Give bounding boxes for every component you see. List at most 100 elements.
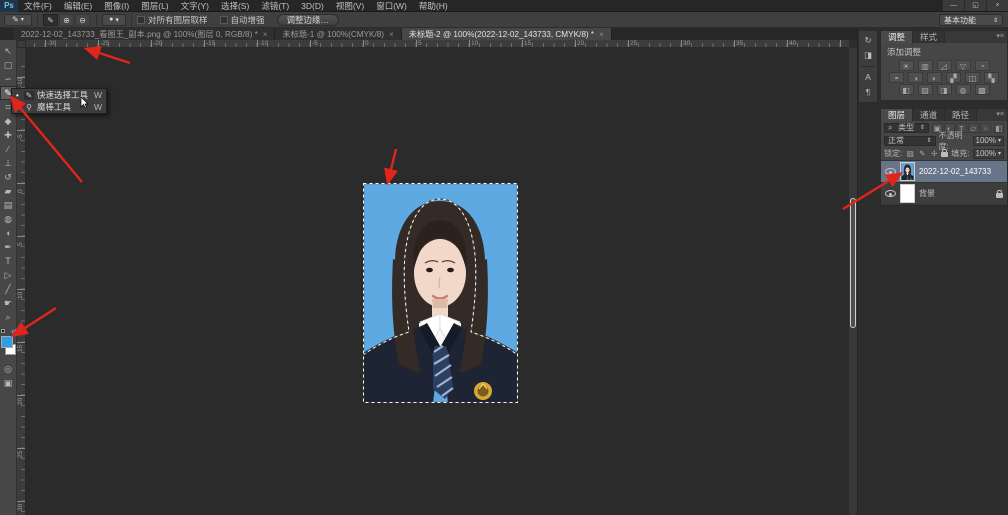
opacity-dropdown[interactable]: 100% ▾ — [973, 136, 1004, 146]
pen-tool[interactable]: ✒ — [0, 240, 17, 254]
move-tool[interactable]: ↖ — [0, 44, 17, 58]
brush-size-picker[interactable]: ● ▾ — [102, 14, 126, 26]
menu-item[interactable]: 文字(Y) — [175, 0, 215, 12]
window-minimize-button[interactable]: — — [942, 0, 964, 11]
panel-tab-图层[interactable]: 图层 — [881, 109, 913, 121]
screen-mode-button[interactable]: ▣ — [0, 376, 17, 390]
curves-icon[interactable]: ◿ — [937, 60, 952, 71]
visibility-eye-icon[interactable] — [885, 190, 896, 197]
flyout-item[interactable]: ⚲魔棒工具W — [12, 101, 106, 113]
add-to-selection-button[interactable]: ⊕ — [59, 14, 74, 26]
menu-item[interactable]: 图层(L) — [135, 0, 174, 12]
menu-item[interactable]: 滤镜(T) — [255, 0, 295, 12]
eyedropper-tool[interactable]: ◆ — [0, 114, 17, 128]
brush-tool[interactable]: ∕ — [0, 142, 17, 156]
document-tab[interactable]: 未标题-2 @ 100%(2022-12-02_143733, CMYK/8) … — [402, 28, 612, 40]
checkbox-自动增强[interactable]: 自动增强 — [220, 14, 265, 26]
checkbox-box[interactable] — [220, 16, 228, 24]
smart-object-filter-icon[interactable]: ▫ — [980, 123, 991, 133]
selective-color-icon[interactable]: ▩ — [975, 84, 990, 95]
workspace-switcher[interactable]: 基本功能 ⇕ — [939, 14, 1003, 26]
levels-icon[interactable]: ▥ — [918, 60, 933, 71]
properties-panel-icon[interactable]: ◨ — [859, 48, 877, 63]
layer-row[interactable]: 背景 — [881, 183, 1007, 205]
swap-colors-icon[interactable]: ⇄ — [11, 328, 16, 335]
gradient-tool[interactable]: ▤ — [0, 198, 17, 212]
blend-mode-dropdown[interactable]: 正常 ⇕ — [884, 136, 936, 146]
quick-mask-button[interactable]: ◎ — [0, 362, 17, 376]
default-colors-icon[interactable] — [1, 329, 5, 333]
panel-menu-icon[interactable]: ▾≡ — [996, 31, 1007, 43]
path-selection-tool[interactable]: ▷ — [0, 268, 17, 282]
visibility-eye-icon[interactable] — [885, 168, 896, 175]
checkbox-box[interactable] — [137, 16, 145, 24]
invert-icon[interactable]: ◧ — [899, 84, 914, 95]
lock-pixels-icon[interactable]: ✎ — [917, 149, 927, 159]
layer-filter-dropdown[interactable]: ⌕ 类型 ⇕ — [884, 123, 929, 133]
new-selection-button[interactable]: ✎ — [43, 14, 58, 26]
foreground-color-swatch[interactable] — [1, 336, 13, 348]
menu-item[interactable]: 3D(D) — [295, 0, 330, 12]
tool-preset-picker[interactable]: ✎ ▾ — [4, 14, 32, 26]
rectangular-marquee-tool[interactable]: ▢ — [0, 58, 17, 72]
history-brush-tool[interactable]: ↺ — [0, 170, 17, 184]
menu-item[interactable]: 编辑(E) — [58, 0, 98, 12]
paragraph-panel-icon[interactable]: ¶ — [859, 85, 877, 100]
layer-row[interactable]: 2022-12-02_143733 — [881, 161, 1007, 183]
filter-toggle-icon[interactable]: ◧ — [994, 123, 1004, 133]
brightness-contrast-icon[interactable]: ☀ — [899, 60, 914, 71]
spot-healing-brush-tool[interactable]: ✚ — [0, 128, 17, 142]
threshold-icon[interactable]: ◨ — [937, 84, 952, 95]
menu-item[interactable]: 文件(F) — [18, 0, 58, 12]
tab-close-icon[interactable]: × — [389, 30, 394, 39]
menu-item[interactable]: 选择(S) — [215, 0, 255, 12]
panel-tab-路径[interactable]: 路径 — [945, 109, 977, 121]
layer-thumbnail-photo[interactable] — [900, 162, 915, 181]
refine-edge-button[interactable]: 调整边缘… — [277, 14, 340, 26]
scrollbar-thumb[interactable] — [850, 198, 856, 328]
flyout-item[interactable]: •✎快速选择工具W — [12, 89, 106, 101]
panel-menu-icon[interactable]: ▾≡ — [996, 109, 1007, 121]
photo-filter-icon[interactable]: ▞ — [946, 72, 961, 83]
menu-item[interactable]: 帮助(H) — [413, 0, 454, 12]
tab-close-icon[interactable]: × — [263, 30, 268, 39]
panel-tab-样式[interactable]: 样式 — [913, 31, 945, 43]
lock-transparency-icon[interactable]: ▨ — [905, 149, 915, 159]
channel-mixer-icon[interactable]: ◫ — [965, 72, 980, 83]
character-panel-icon[interactable]: A — [859, 70, 877, 85]
panel-tab-调整[interactable]: 调整 — [881, 31, 913, 43]
type-tool[interactable]: T — [0, 254, 17, 268]
window-close-button[interactable]: × — [986, 0, 1008, 11]
subtract-from-selection-button[interactable]: ⊖ — [75, 14, 90, 26]
hue-saturation-icon[interactable]: ◓ — [889, 72, 904, 83]
hand-tool[interactable]: ☛ — [0, 296, 17, 310]
clone-stamp-tool[interactable]: ⊥ — [0, 156, 17, 170]
lock-position-icon[interactable]: ✢ — [929, 149, 939, 159]
document-tab[interactable]: 2022-12-02_143733_看图王_副本.png @ 100%(图层 0… — [14, 28, 275, 40]
menu-item[interactable]: 图像(I) — [98, 0, 135, 12]
color-lookup-icon[interactable]: ▚ — [984, 72, 999, 83]
document-tab[interactable]: 未标题-1 @ 100%(CMYK/8)× — [275, 28, 401, 40]
layer-thumbnail-white[interactable] — [900, 184, 915, 203]
vibrance-icon[interactable]: ◔ — [975, 60, 990, 71]
menu-item[interactable]: 窗口(W) — [370, 0, 413, 12]
exposure-icon[interactable]: ▽ — [956, 60, 971, 71]
line-tool[interactable]: ╱ — [0, 282, 17, 296]
canvas-scrollbar[interactable] — [849, 48, 857, 515]
fill-dropdown[interactable]: 100% ▾ — [973, 149, 1004, 159]
dodge-tool[interactable]: ◖ — [0, 226, 17, 240]
posterize-icon[interactable]: ▨ — [918, 84, 933, 95]
lock-all-icon[interactable] — [941, 152, 948, 157]
window-restore-button[interactable]: ◱ — [964, 0, 986, 11]
gradient-map-icon[interactable]: ◍ — [956, 84, 971, 95]
menu-item[interactable]: 视图(V) — [330, 0, 370, 12]
history-panel-icon[interactable]: ↻ — [859, 33, 877, 48]
eraser-tool[interactable]: ▰ — [0, 184, 17, 198]
panel-tab-通道[interactable]: 通道 — [913, 109, 945, 121]
document-photo[interactable] — [363, 183, 518, 403]
checkbox-对所有图层取样[interactable]: 对所有图层取样 — [137, 14, 208, 26]
lasso-tool[interactable]: ∽ — [0, 72, 17, 86]
color-balance-icon[interactable]: ◑ — [908, 72, 923, 83]
zoom-tool[interactable]: ⌕ — [0, 310, 17, 324]
tab-close-icon[interactable]: × — [599, 30, 604, 39]
